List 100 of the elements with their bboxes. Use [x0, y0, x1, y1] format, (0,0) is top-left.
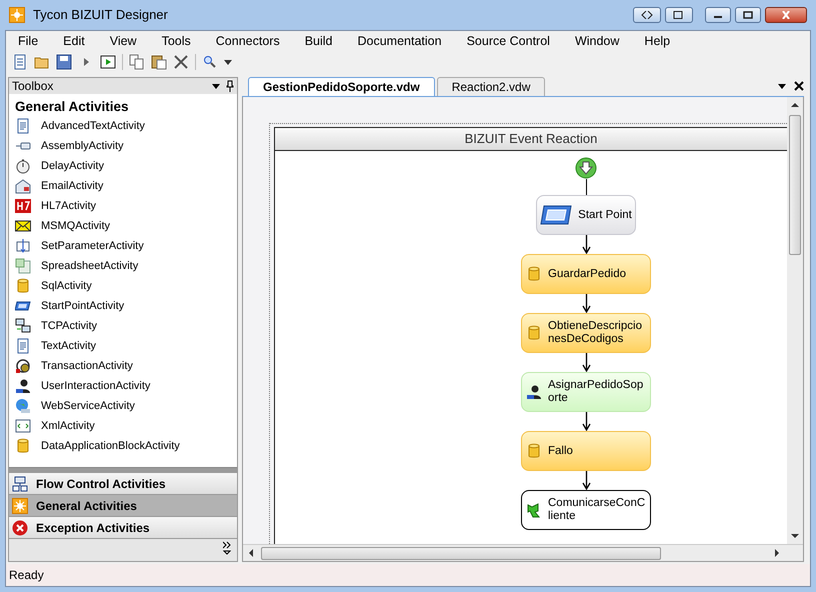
- arrow-connector: [582, 294, 590, 313]
- database-icon: [15, 438, 31, 454]
- toolbox-item[interactable]: EmailActivity: [13, 176, 237, 196]
- pin-icon[interactable]: [226, 80, 234, 92]
- designer-header: BIZUIT Event Reaction: [275, 128, 787, 151]
- section-heading: General Activities: [14, 98, 130, 116]
- status-text: Ready: [9, 567, 44, 584]
- zoom-icon[interactable]: [202, 54, 218, 70]
- close-button[interactable]: [765, 7, 807, 23]
- toolbox-item[interactable]: WebServiceActivity: [13, 396, 237, 416]
- panel-title: Toolbox: [12, 78, 54, 95]
- error-icon: [12, 520, 28, 536]
- menu-item[interactable]: Tools: [162, 32, 191, 50]
- window-icon: [540, 203, 572, 227]
- document-tab[interactable]: GestionPedidoSoporte.vdw: [248, 77, 435, 96]
- horizontal-scrollbar[interactable]: [243, 544, 803, 561]
- toolbox-item[interactable]: XmlActivity: [13, 416, 237, 436]
- close-icon[interactable]: [794, 81, 804, 91]
- delete-icon[interactable]: [173, 54, 189, 70]
- toolbox-item[interactable]: TextActivity: [13, 336, 237, 356]
- maximize-button[interactable]: [735, 7, 761, 23]
- activity-node[interactable]: AsignarPedidoSoporte: [521, 372, 651, 412]
- menu-item[interactable]: Source Control: [466, 32, 550, 50]
- minimize-button[interactable]: [705, 7, 731, 23]
- menu-item[interactable]: Edit: [63, 32, 85, 50]
- menu-item[interactable]: Window: [574, 32, 620, 50]
- document-icon: [15, 118, 31, 134]
- menu-item[interactable]: View: [110, 32, 137, 50]
- toolbox-item[interactable]: HL7Activity: [13, 196, 237, 216]
- toolbox-item[interactable]: SetParameterActivity: [13, 236, 237, 256]
- transaction-icon: [15, 358, 31, 374]
- float-button[interactable]: [665, 7, 693, 23]
- arrow-icon: [526, 502, 542, 518]
- close-icon: [780, 11, 792, 19]
- toolbox-item[interactable]: MSMQActivity: [13, 216, 237, 236]
- run-icon[interactable]: [100, 54, 116, 70]
- save-icon[interactable]: [56, 54, 72, 70]
- flowchart-icon: [12, 476, 28, 492]
- document-tab[interactable]: Reaction2.vdw: [436, 77, 546, 96]
- arrow-connector: [582, 235, 590, 254]
- activity-node[interactable]: ComunicarseConCliente: [521, 490, 651, 530]
- chevron-icon[interactable]: [223, 541, 231, 557]
- toolbox-item[interactable]: SpreadsheetActivity: [13, 256, 237, 276]
- new-file-icon[interactable]: [12, 54, 28, 70]
- database-icon: [526, 266, 542, 282]
- activity-node[interactable]: GuardarPedido: [521, 254, 651, 294]
- database-icon: [526, 325, 542, 341]
- scroll-thumb[interactable]: [261, 546, 661, 560]
- scroll-down-icon[interactable]: [791, 532, 799, 540]
- dropdown-caret-icon[interactable]: [778, 82, 786, 90]
- activity-node[interactable]: ObtieneDescripcionesDeCodigos: [521, 313, 651, 353]
- paste-icon[interactable]: [151, 54, 167, 70]
- start-marker-icon[interactable]: [575, 157, 597, 179]
- window-icon: [673, 11, 685, 19]
- hl7-logo-icon: [15, 198, 31, 214]
- dropdown-caret-icon[interactable]: [224, 58, 232, 66]
- scroll-up-icon[interactable]: [791, 101, 799, 109]
- arrows-icon: [641, 11, 653, 19]
- toolbox-item[interactable]: DelayActivity: [13, 156, 237, 176]
- menu-item[interactable]: Build: [304, 32, 332, 50]
- category-button[interactable]: General Activities: [9, 495, 237, 517]
- toolbox-item[interactable]: AdvancedTextActivity: [13, 116, 237, 136]
- menu-item[interactable]: Connectors: [216, 32, 280, 50]
- spreadsheet-icon: [15, 258, 31, 274]
- toolbox-item[interactable]: TCPActivity: [13, 316, 237, 336]
- scroll-right-icon[interactable]: [773, 549, 781, 557]
- database-icon: [15, 278, 31, 294]
- activity-node[interactable]: Fallo: [521, 431, 651, 471]
- arrow-connector: [582, 353, 590, 372]
- menu-item[interactable]: Documentation: [358, 32, 442, 50]
- toolbox-item[interactable]: StartPointActivity: [13, 296, 237, 316]
- arrow-connector: [582, 471, 590, 490]
- app-logo-icon: [9, 7, 25, 23]
- maximize-icon: [742, 11, 754, 19]
- menu-item[interactable]: File: [18, 32, 38, 50]
- activity-node[interactable]: Start Point: [536, 195, 636, 235]
- menu-item[interactable]: Help: [644, 32, 670, 50]
- toolbox-item[interactable]: SqlActivity: [13, 276, 237, 296]
- category-button[interactable]: Exception Activities: [9, 517, 237, 539]
- computers-icon: [15, 318, 31, 334]
- toolbox-item[interactable]: AssemblyActivity: [13, 136, 237, 156]
- xml-file-icon: [15, 418, 31, 434]
- scroll-thumb[interactable]: [789, 115, 801, 255]
- document-icon: [15, 338, 31, 354]
- toolbox-item[interactable]: TransactionActivity: [13, 356, 237, 376]
- vertical-scrollbar[interactable]: [787, 97, 803, 544]
- layout-button[interactable]: [633, 7, 661, 23]
- splitter-grip[interactable]: [9, 467, 237, 473]
- parameter-icon: [15, 238, 31, 254]
- scroll-left-icon[interactable]: [247, 549, 255, 557]
- sunburst-icon: [12, 498, 28, 514]
- toolbox-item[interactable]: DataApplicationBlockActivity: [13, 436, 237, 456]
- window-title: Tycon BIZUIT Designer: [33, 6, 168, 24]
- toolbox-item[interactable]: UserInteractionActivity: [13, 376, 237, 396]
- database-icon: [526, 443, 542, 459]
- category-button[interactable]: Flow Control Activities: [9, 473, 237, 495]
- copy-icon[interactable]: [129, 54, 145, 70]
- dropdown-caret-icon[interactable]: [212, 82, 220, 90]
- person-icon: [526, 384, 542, 400]
- stopwatch-icon: [15, 158, 31, 174]
